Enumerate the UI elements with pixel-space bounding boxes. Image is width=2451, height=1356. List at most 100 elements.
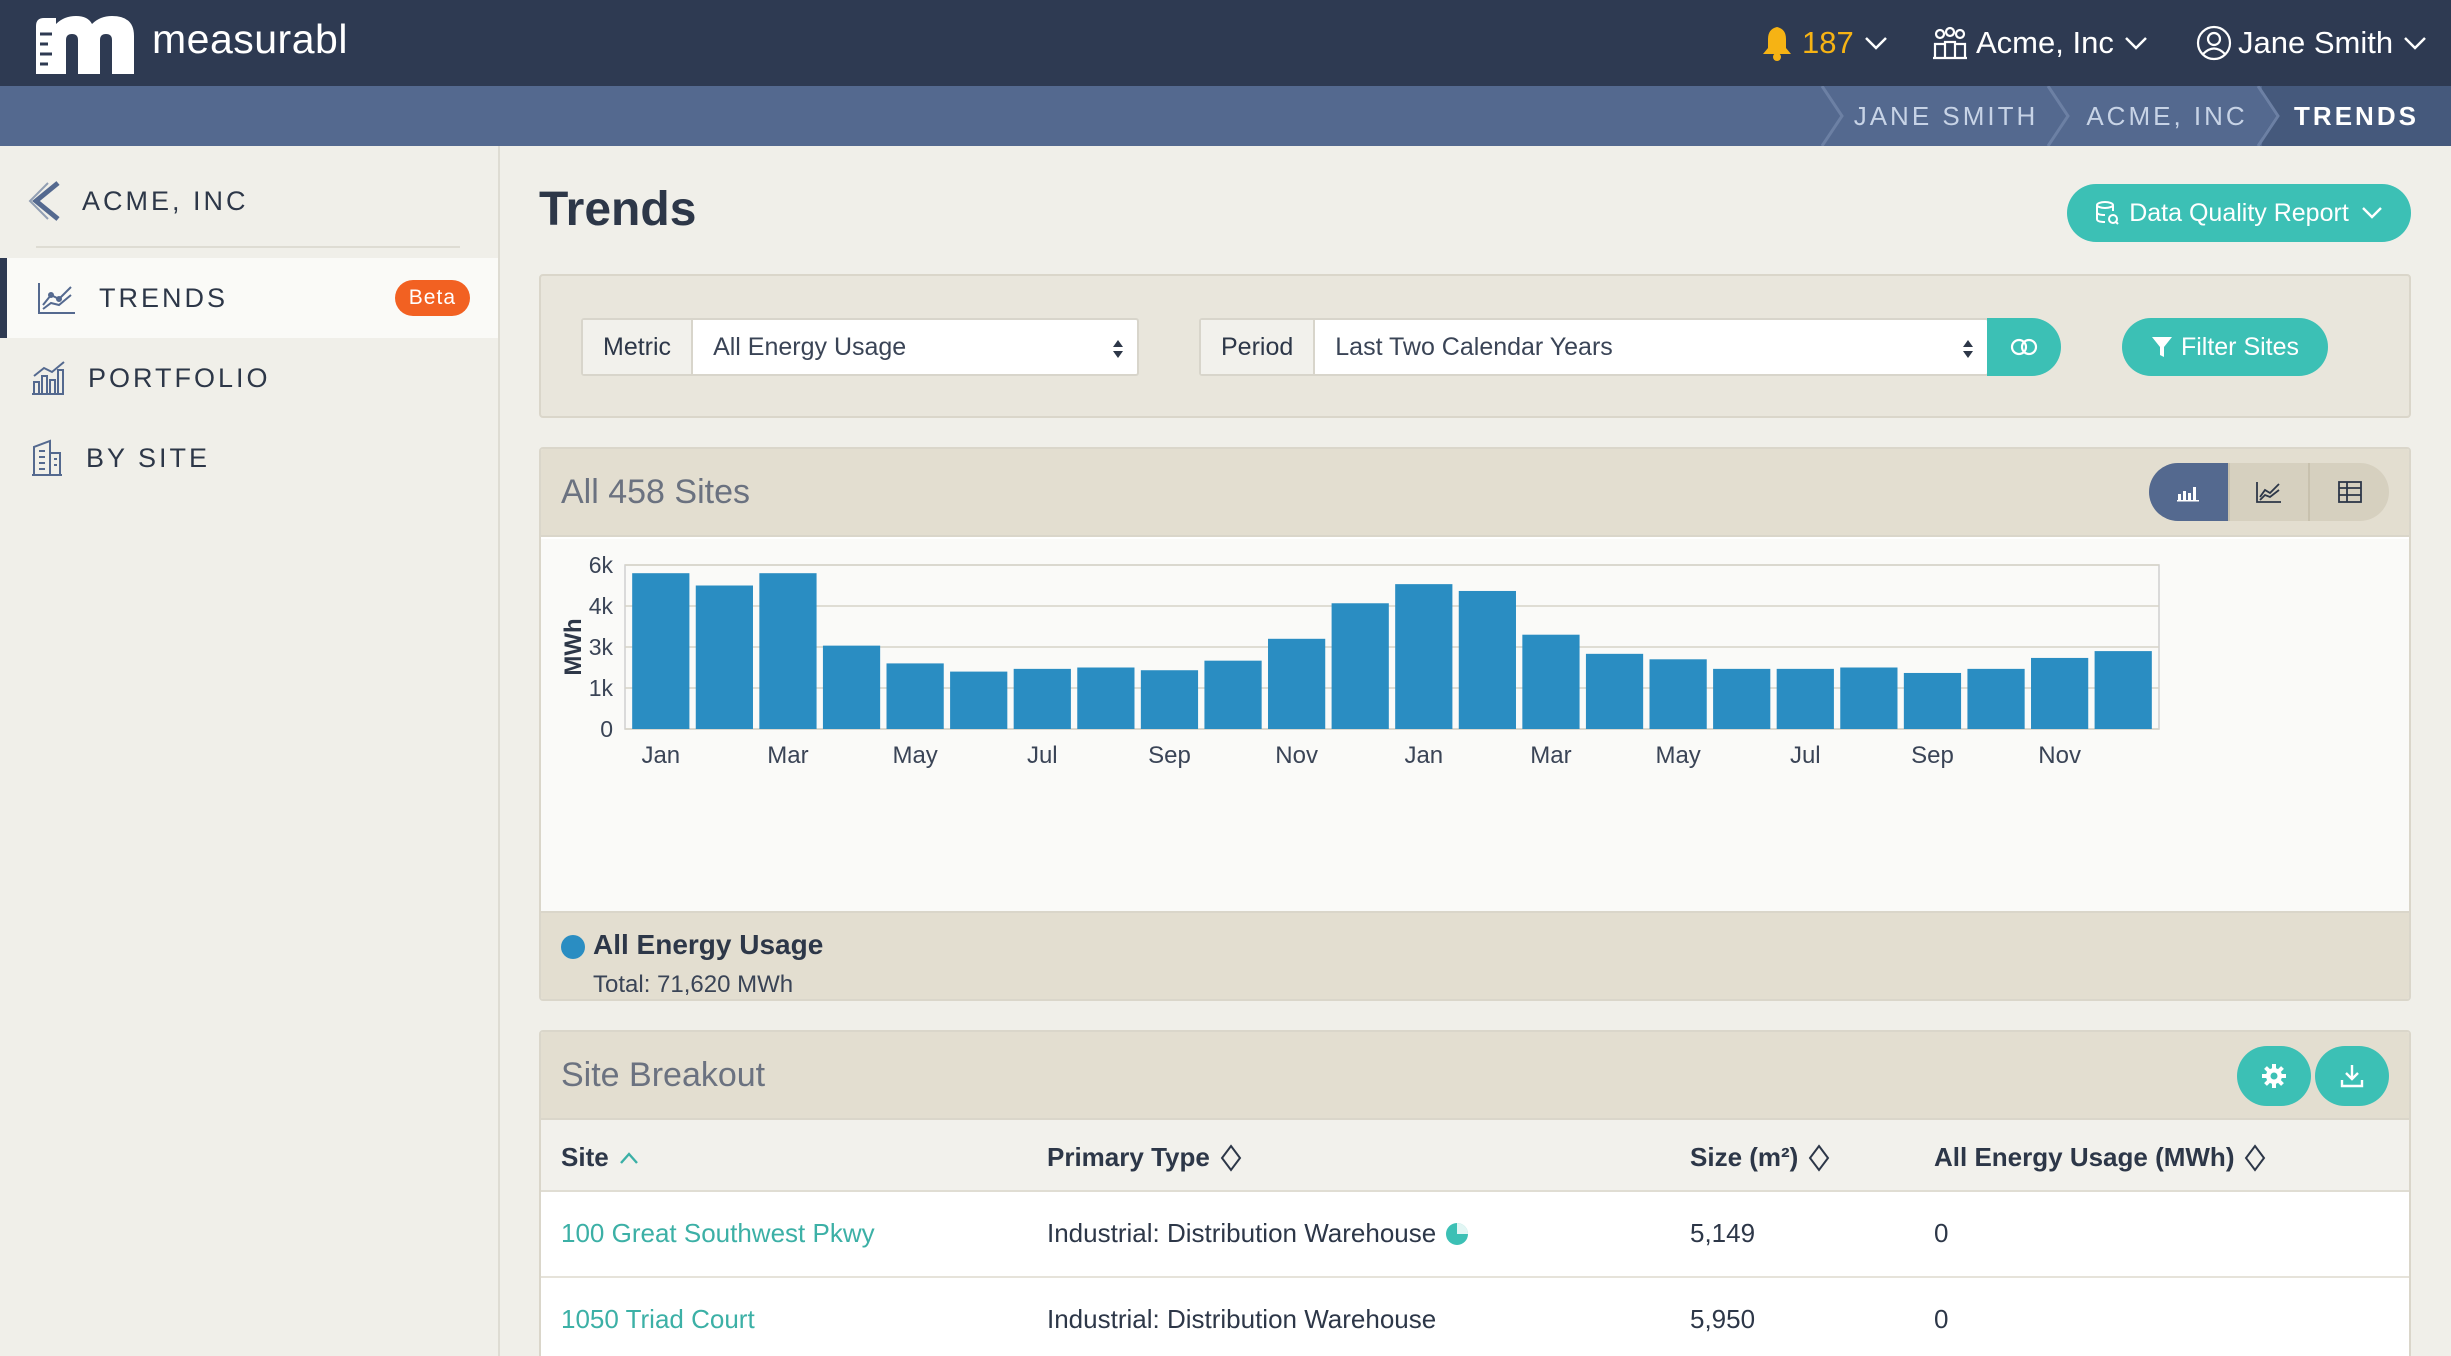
sidebar-item-by-site[interactable]: BY SITE	[0, 418, 498, 498]
sort-icon	[1220, 1143, 1242, 1172]
sidebar-item-label: PORTFOLIO	[88, 362, 271, 393]
chart-bar	[695, 585, 753, 729]
chart-bar	[950, 671, 1008, 729]
table-view-button[interactable]	[2308, 463, 2389, 521]
period-label: Period	[1201, 320, 1316, 374]
table-row: 1050 Triad Court Industrial: Distributio…	[541, 1278, 2409, 1356]
sidebar-item-trends[interactable]: TRENDS Beta	[0, 258, 498, 338]
line-chart-icon	[38, 283, 75, 314]
chevron-down-icon	[2361, 207, 2382, 219]
column-header-label: All Energy Usage (MWh)	[1934, 1142, 2235, 1172]
primary-type-cell: Industrial: Distribution Warehouse	[1047, 1304, 1436, 1335]
x-tick-label: Jul	[1790, 742, 1821, 769]
organization-menu[interactable]: Acme, Inc	[1932, 0, 2148, 86]
chevron-down-icon	[2404, 37, 2426, 50]
notifications-menu[interactable]: 187	[1760, 0, 1888, 86]
sidebar-divider	[36, 246, 460, 248]
chart-bar	[1967, 668, 2025, 729]
breadcrumb-separator	[2256, 86, 2280, 146]
sidebar-back-link[interactable]: ACME, INC	[28, 174, 249, 228]
bar-chart-icon	[2177, 487, 2200, 502]
site-link[interactable]: 100 Great Southwest Pkwy	[561, 1218, 875, 1249]
filter-sites-label: Filter Sites	[2180, 332, 2300, 361]
x-tick-label: Nov	[2038, 742, 2081, 769]
y-tick-label: 4k	[589, 593, 614, 619]
breadcrumb-item-current: TRENDS	[2262, 86, 2451, 146]
y-tick-label: 6k	[589, 552, 614, 578]
sidebar-item-label: TRENDS	[99, 282, 229, 313]
x-tick-label: Jul	[1027, 742, 1058, 769]
breadcrumb-item-user[interactable]: JANE SMITH	[1846, 86, 2046, 146]
line-chart-icon	[2256, 482, 2281, 503]
chevron-left-icon	[28, 181, 60, 221]
legend-series-name[interactable]: All Energy Usage	[593, 929, 823, 961]
metric-selected-value: All Energy Usage	[713, 332, 907, 361]
line-view-button[interactable]	[2227, 463, 2309, 521]
page-title: Trends	[539, 183, 697, 236]
metric-select[interactable]: Metric All Energy Usage	[581, 318, 1139, 376]
top-navbar: measurabl 187 Acme, Inc Jane Smith	[0, 0, 2451, 86]
chart-bar	[1458, 590, 1516, 729]
filter-icon	[2151, 337, 2172, 357]
chart-bar	[1140, 670, 1199, 729]
x-tick-label: Sep	[1911, 742, 1954, 769]
user-name: Jane Smith	[2238, 25, 2394, 60]
user-avatar-icon	[2196, 25, 2232, 61]
sidebar-back-label: ACME, INC	[82, 185, 249, 216]
table-icon	[2337, 481, 2362, 503]
sidebar-item-portfolio[interactable]: PORTFOLIO	[0, 338, 498, 418]
chart-bar	[1522, 634, 1580, 729]
table-settings-button[interactable]	[2237, 1046, 2311, 1106]
breakout-header: Site Breakout	[541, 1032, 2409, 1120]
bell-icon	[1763, 27, 1791, 61]
sidebar: ACME, INC TRENDS Beta PORTFOLIO BY SITE	[0, 146, 500, 1356]
people-icon	[1933, 26, 1967, 60]
energy-usage-cell: 0	[1934, 1218, 1949, 1248]
data-quality-report-button[interactable]: Data Quality Report	[2067, 184, 2411, 242]
bar-view-button[interactable]	[2149, 463, 2228, 521]
column-header-energy-usage[interactable]: All Energy Usage (MWh)	[1934, 1142, 2266, 1173]
org-name: Acme, Inc	[1976, 25, 2114, 60]
table-header: Site Primary Type Size (m²) All Energy U…	[541, 1120, 2409, 1192]
energy-bar-chart: 0 1k 3k 4k 6k MWh Jan Mar May Jul Sep Nov Jan Mar May J…	[560, 552, 2160, 769]
chart-bar	[822, 645, 881, 729]
chevron-down-icon	[1864, 37, 1887, 50]
chart-bar	[1903, 672, 1962, 729]
site-link[interactable]: 1050 Triad Court	[561, 1304, 755, 1335]
column-header-label: Site	[561, 1142, 609, 1172]
metric-value[interactable]: All Energy Usage	[693, 320, 1137, 374]
x-tick-label: Jan	[1404, 742, 1443, 769]
chart-bar	[632, 573, 690, 729]
column-header-site[interactable]: Site	[561, 1142, 639, 1173]
x-tick-label: Mar	[1530, 742, 1571, 769]
beta-badge: Beta	[394, 280, 470, 316]
brand-name[interactable]: measurabl	[152, 16, 348, 63]
filter-sites-button[interactable]: Filter Sites	[2122, 318, 2328, 376]
sidebar-item-label: BY SITE	[86, 442, 211, 473]
chart-bar	[1204, 660, 1262, 729]
column-header-size[interactable]: Size (m²)	[1690, 1142, 1830, 1173]
chart-bar	[1649, 659, 1707, 729]
pie-chart-icon[interactable]	[1444, 1221, 1470, 1247]
breadcrumb-item-org[interactable]: ACME, INC	[2072, 86, 2262, 146]
compare-periods-button[interactable]	[1987, 318, 2061, 376]
size-cell: 5,149	[1690, 1218, 1756, 1248]
period-value[interactable]: Last Two Calendar Years	[1315, 320, 1987, 374]
chart-bar	[1713, 668, 1771, 729]
column-header-primary-type[interactable]: Primary Type	[1047, 1142, 1242, 1173]
database-icon	[2096, 201, 2119, 225]
sort-icon	[1809, 1143, 1830, 1172]
size-cell: 5,950	[1690, 1304, 1756, 1334]
x-tick-label: Sep	[1148, 742, 1191, 769]
chart-bar	[2094, 651, 2152, 729]
chart-bar	[1077, 667, 1135, 729]
download-button[interactable]	[2315, 1046, 2389, 1106]
measurabl-logo-icon[interactable]	[36, 14, 134, 74]
period-select[interactable]: Period Last Two Calendar Years	[1199, 318, 1989, 376]
chart-bar	[1268, 638, 1326, 729]
x-tick-label: Nov	[1275, 742, 1318, 769]
legend-marker[interactable]	[561, 935, 585, 959]
y-tick-label: 3k	[589, 634, 614, 660]
user-menu[interactable]: Jane Smith	[2196, 0, 2427, 86]
chart-bar	[1585, 653, 1644, 729]
